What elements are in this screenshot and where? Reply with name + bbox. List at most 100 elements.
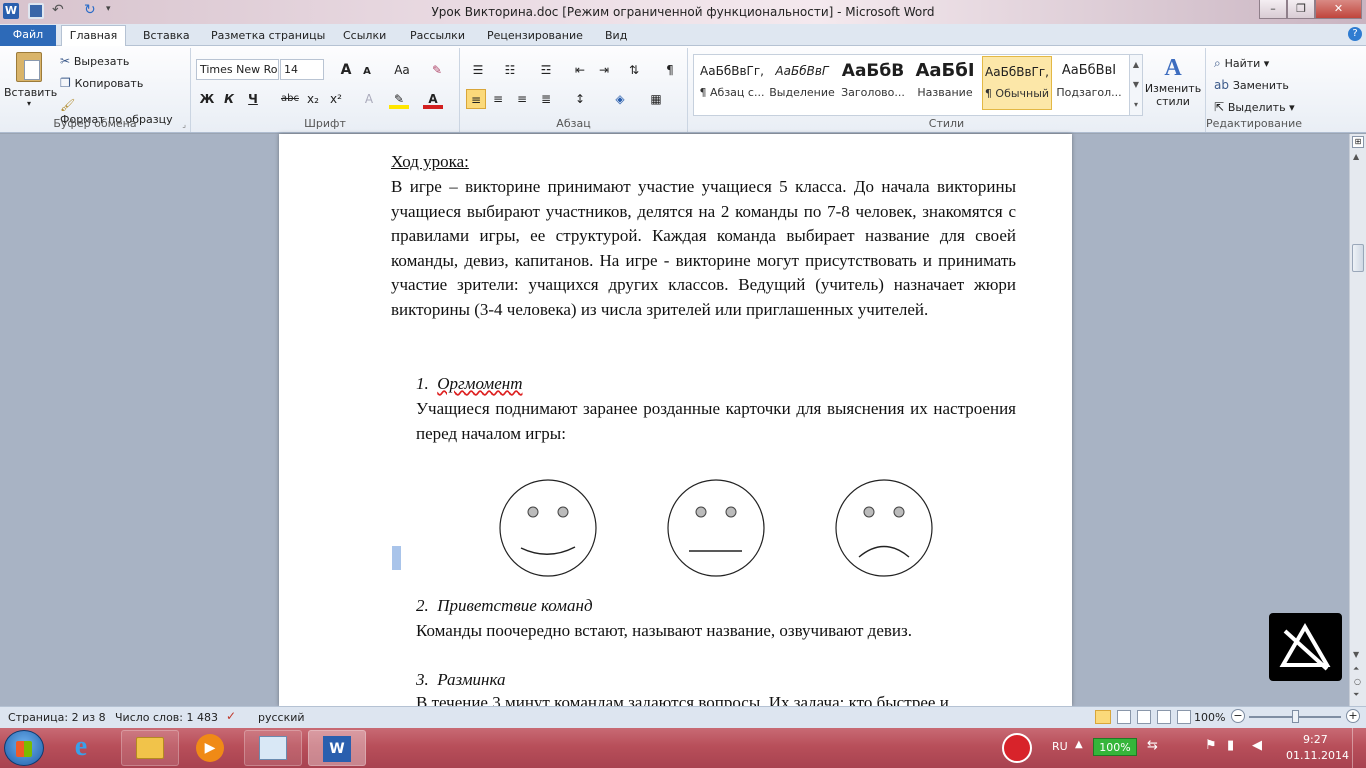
tab-insert[interactable]: Вставка bbox=[143, 27, 190, 46]
style-heading[interactable]: АаБбВ Заголово... bbox=[838, 56, 908, 110]
full-screen-icon[interactable] bbox=[1117, 710, 1131, 724]
document-page[interactable]: Ход урока: В игре – викторине принимают … bbox=[279, 134, 1072, 706]
increase-indent-icon[interactable]: ⇥ bbox=[594, 60, 614, 80]
styles-a-icon: A bbox=[1164, 55, 1182, 81]
close-button[interactable]: ✕ bbox=[1315, 0, 1362, 19]
text-effects-icon[interactable]: A bbox=[359, 89, 379, 109]
zoom-slider-thumb[interactable] bbox=[1292, 710, 1299, 723]
change-styles-button[interactable]: A Изменить стили bbox=[1144, 54, 1202, 114]
dialog-launcher-icon[interactable]: ⌟ bbox=[182, 120, 186, 129]
style-list-paragraph[interactable]: АаБбВвГг, ¶ Абзац с... bbox=[697, 56, 767, 110]
underline-button[interactable]: Ч bbox=[243, 89, 263, 109]
draft-icon[interactable] bbox=[1177, 710, 1191, 724]
style-emphasis[interactable]: АаБбВвГ Выделение bbox=[767, 56, 837, 110]
volume-tray-icon[interactable]: ◀ bbox=[1252, 738, 1262, 753]
tab-references[interactable]: Ссылки bbox=[343, 27, 386, 46]
happy-face-icon bbox=[499, 479, 597, 577]
borders-icon[interactable]: ▦ bbox=[646, 89, 666, 109]
bullets-icon[interactable]: ☰ bbox=[468, 60, 488, 80]
help-icon[interactable]: ? bbox=[1348, 27, 1362, 41]
replace-button[interactable]: ab Заменить bbox=[1214, 78, 1289, 92]
shrink-font-button[interactable]: A bbox=[357, 62, 377, 82]
app-taskbar-button[interactable] bbox=[244, 730, 302, 766]
numbering-icon[interactable]: ☷ bbox=[500, 60, 520, 80]
battery-indicator[interactable]: 100% bbox=[1093, 738, 1137, 756]
font-color-icon[interactable]: A bbox=[423, 89, 443, 109]
shading-icon[interactable]: ◈ bbox=[610, 89, 630, 109]
font-name-input[interactable]: Times New Ro bbox=[196, 59, 279, 80]
clear-formatting-icon[interactable]: ✎ bbox=[427, 60, 447, 80]
page-counter[interactable]: Страница: 2 из 8 bbox=[8, 711, 106, 724]
tab-home[interactable]: Главная bbox=[61, 25, 126, 47]
signal-tray-icon[interactable]: ▮ bbox=[1227, 738, 1234, 753]
select-button[interactable]: ⇱ Выделить ▾ bbox=[1214, 100, 1295, 114]
internet-explorer-icon[interactable]: e bbox=[65, 732, 97, 764]
style-title[interactable]: АаБбІ Название bbox=[910, 56, 980, 110]
strikethrough-button[interactable]: abc bbox=[277, 89, 303, 109]
explorer-taskbar-button[interactable] bbox=[121, 730, 179, 766]
paste-button[interactable]: Вставить ▾ bbox=[4, 52, 57, 114]
sort-icon[interactable]: ⇅ bbox=[624, 60, 644, 80]
flag-tray-icon[interactable]: ⚑ bbox=[1205, 738, 1217, 753]
network-tray-icon[interactable]: ⇆ bbox=[1147, 738, 1158, 753]
clock-time[interactable]: 9:27 bbox=[1303, 733, 1328, 746]
tab-review[interactable]: Рецензирование bbox=[487, 27, 583, 46]
vertical-scrollbar[interactable]: ⊞ ▲ ▼ ⏶ ○ ⏷ bbox=[1349, 134, 1366, 706]
styles-scroll[interactable]: ▲ ▼ ▾ bbox=[1129, 54, 1143, 116]
show-desktop-button[interactable] bbox=[1352, 728, 1366, 768]
bold-button[interactable]: Ж bbox=[197, 89, 217, 109]
antivirus-tray-icon[interactable] bbox=[1002, 733, 1032, 763]
tray-expand-icon[interactable]: ▲ bbox=[1075, 739, 1083, 750]
next-page-icon[interactable]: ⏷ bbox=[1353, 690, 1359, 700]
word-counter[interactable]: Число слов: 1 483 bbox=[115, 711, 218, 724]
prev-page-icon[interactable]: ⏶ bbox=[1353, 664, 1359, 674]
align-right-icon[interactable]: ≡ bbox=[512, 89, 532, 109]
section-3-title: 3. Разминка bbox=[416, 670, 506, 689]
print-layout-icon[interactable] bbox=[1095, 710, 1111, 724]
no-triangle-icon bbox=[1279, 623, 1331, 671]
language-tray[interactable]: RU bbox=[1052, 740, 1068, 753]
subscript-button[interactable]: x₂ bbox=[303, 89, 323, 109]
italic-button[interactable]: К bbox=[219, 89, 239, 109]
scroll-thumb[interactable] bbox=[1352, 244, 1364, 272]
style-normal[interactable]: АаБбВвГг, ¶ Обычный bbox=[982, 56, 1052, 110]
start-button[interactable] bbox=[4, 730, 44, 766]
align-left-icon[interactable]: ≡ bbox=[466, 89, 486, 109]
maximize-button[interactable]: ❐ bbox=[1287, 0, 1315, 19]
tab-page-layout[interactable]: Разметка страницы bbox=[211, 27, 325, 46]
scroll-down-arrow[interactable]: ▼ bbox=[1353, 650, 1359, 659]
highlight-icon[interactable]: ✎ bbox=[389, 89, 409, 109]
tab-view[interactable]: Вид bbox=[605, 27, 627, 46]
overlay-app-icon[interactable] bbox=[1269, 613, 1342, 681]
font-size-input[interactable]: 14 bbox=[280, 59, 324, 80]
ruler-toggle-icon[interactable]: ⊞ bbox=[1352, 136, 1364, 148]
tab-file[interactable]: Файл bbox=[0, 25, 56, 46]
zoom-out-icon[interactable]: − bbox=[1231, 709, 1245, 723]
web-layout-icon[interactable] bbox=[1137, 710, 1151, 724]
change-case-button[interactable]: Aa bbox=[389, 60, 415, 80]
cut-button[interactable]: ✂ Вырезать bbox=[60, 54, 129, 68]
zoom-level[interactable]: 100% bbox=[1194, 711, 1225, 724]
line-spacing-icon[interactable]: ↕ bbox=[570, 89, 590, 109]
language-indicator[interactable]: русский bbox=[258, 711, 305, 724]
word-taskbar-button[interactable]: W bbox=[308, 730, 366, 766]
copy-button[interactable]: ❐ Копировать bbox=[60, 76, 143, 90]
media-player-icon[interactable]: ▶ bbox=[196, 734, 224, 762]
grow-font-button[interactable]: A bbox=[336, 60, 356, 80]
outline-icon[interactable] bbox=[1157, 710, 1171, 724]
find-button[interactable]: ⌕ Найти ▾ bbox=[1214, 56, 1269, 71]
zoom-in-icon[interactable]: + bbox=[1346, 709, 1360, 723]
justify-icon[interactable]: ≣ bbox=[536, 89, 556, 109]
scroll-up-arrow[interactable]: ▲ bbox=[1353, 152, 1359, 161]
decrease-indent-icon[interactable]: ⇤ bbox=[570, 60, 590, 80]
browse-object-icon[interactable]: ○ bbox=[1354, 677, 1361, 686]
show-formatting-button[interactable]: ¶ bbox=[660, 60, 680, 80]
tab-mailings[interactable]: Рассылки bbox=[410, 27, 465, 46]
align-center-icon[interactable]: ≡ bbox=[488, 89, 508, 109]
clock-date[interactable]: 01.11.2014 bbox=[1286, 749, 1349, 762]
style-subtitle[interactable]: АаБбВвІ Подзагол... bbox=[1054, 56, 1124, 110]
spellcheck-icon[interactable]: ✓ bbox=[226, 709, 236, 723]
superscript-button[interactable]: x² bbox=[326, 89, 346, 109]
multilevel-list-icon[interactable]: ☲ bbox=[536, 60, 556, 80]
minimize-button[interactable]: – bbox=[1259, 0, 1287, 19]
